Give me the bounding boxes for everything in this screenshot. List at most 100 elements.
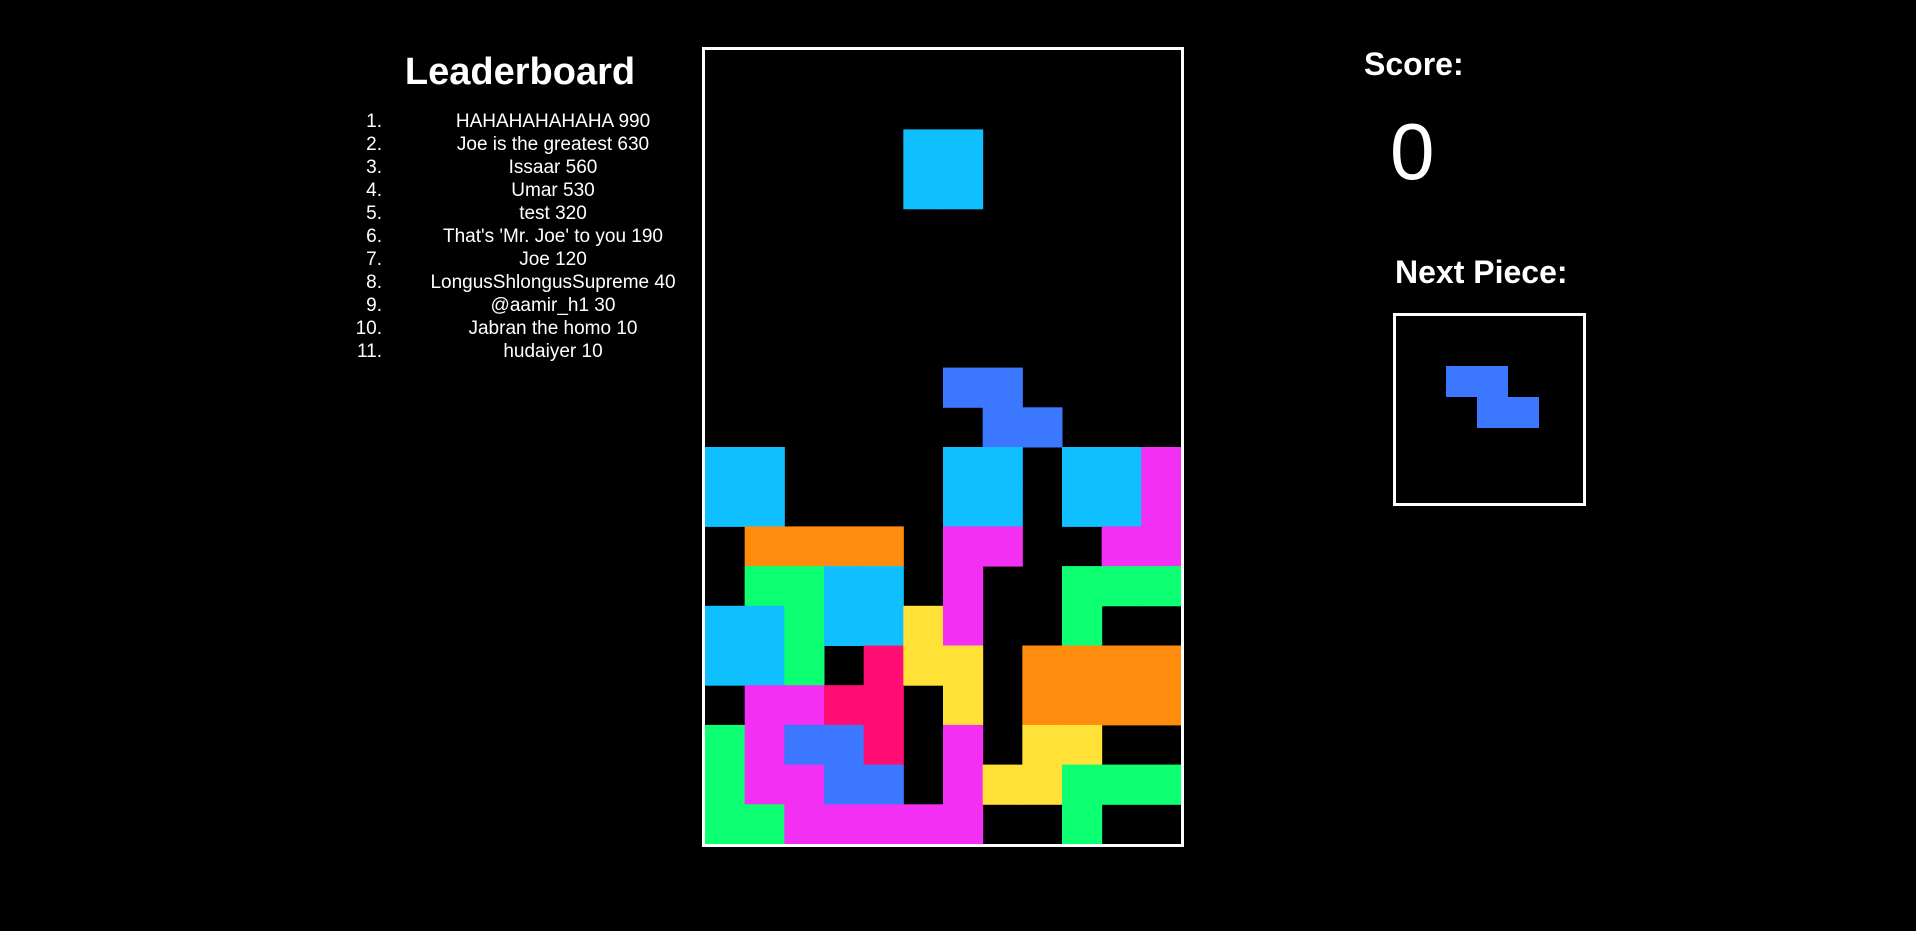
board-block [824, 764, 865, 805]
board-block [863, 526, 904, 567]
active-piece-block [903, 129, 944, 170]
board-block [744, 724, 785, 766]
board-block [824, 685, 865, 726]
leaderboard-entry-text: Umar 530 [511, 180, 595, 201]
board-block [943, 724, 984, 766]
board-block [1062, 645, 1103, 686]
board-block [705, 447, 746, 488]
leaderboard-rank: 11. [356, 341, 382, 362]
board-block [1062, 605, 1103, 646]
board-block [705, 724, 746, 766]
board-block [705, 804, 746, 844]
leaderboard-entry: 1. HAHAHAHAHAHA 990 [340, 110, 690, 133]
score-label: Score: [1364, 46, 1464, 82]
active-piece-block [903, 169, 944, 210]
board-block [784, 685, 825, 726]
leaderboard-entry-text: That's 'Mr. Joe' to you 190 [443, 226, 663, 247]
board-block [824, 724, 865, 766]
board-block [1022, 764, 1063, 805]
board-block [1101, 685, 1142, 726]
leaderboard-entry-text: Jabran the homo 10 [468, 318, 638, 339]
board-block [1022, 685, 1063, 726]
board-block [863, 804, 904, 844]
leaderboard-title: Leaderboard [404, 51, 636, 93]
board-block [744, 526, 785, 567]
board-block [784, 804, 825, 844]
leaderboard-entry-text: Joe is the greatest 630 [456, 134, 650, 155]
board-block [784, 724, 825, 766]
leaderboard-rank: 10. [355, 318, 382, 339]
board-block [784, 566, 825, 607]
leaderboard-entry-text: Issaar 560 [508, 157, 598, 178]
board-block [1062, 764, 1103, 805]
board-block [744, 566, 785, 607]
board-block [1101, 566, 1142, 607]
leaderboard-entry-text: hudaiyer 10 [503, 341, 603, 362]
board-block [903, 605, 944, 646]
next-piece-block [1508, 397, 1539, 428]
board-block [784, 645, 825, 686]
board-block [943, 526, 984, 567]
next-piece-block [1477, 397, 1508, 428]
board-block [943, 764, 984, 805]
board-block [1101, 764, 1142, 805]
board-block [1141, 764, 1181, 805]
board-block [824, 605, 865, 646]
board-block [943, 566, 984, 607]
board-block [744, 447, 785, 488]
board-block [903, 645, 944, 686]
board-block [824, 566, 865, 607]
active-piece-block [943, 129, 984, 170]
board-block [1141, 685, 1181, 726]
board-block [744, 605, 785, 646]
board-block [744, 645, 785, 686]
leaderboard-rank: 9. [366, 295, 382, 316]
board-block [705, 486, 746, 527]
leaderboard-rank: 7. [366, 249, 382, 270]
active-piece-block [943, 169, 984, 210]
leaderboard-rank: 8. [366, 272, 382, 293]
board-canvas[interactable] [705, 50, 1181, 844]
next-piece-canvas [1446, 366, 1539, 428]
board-block [943, 486, 984, 527]
board-block [982, 486, 1023, 527]
board-block [705, 764, 746, 805]
board-block [863, 764, 904, 805]
next-piece-block [1477, 366, 1508, 397]
board-block [744, 764, 785, 805]
leaderboard-rank: 5. [366, 203, 382, 224]
board-block [784, 605, 825, 646]
leaderboard-entry: 5. test 320 [340, 202, 690, 225]
board-block [1101, 486, 1142, 527]
board-block [943, 605, 984, 646]
leaderboard-list: 1. HAHAHAHAHAHA 990 2. Joe is the greatest… [340, 110, 690, 363]
board-block [943, 685, 984, 726]
board-block [1101, 526, 1142, 567]
board-block [1022, 407, 1063, 448]
leaderboard-entry-text: test 320 [519, 203, 587, 224]
leaderboard-rank: 3. [366, 157, 382, 178]
leaderboard-panel: Leaderboard 1. HAHAHAHAHAHA 990 2. Joe is … [340, 44, 690, 362]
board-block [943, 367, 984, 408]
leaderboard-entry-text: HAHAHAHAHAHA 990 [455, 111, 651, 132]
board-block [982, 526, 1023, 567]
board-block [943, 447, 984, 488]
board-block [1062, 685, 1103, 726]
leaderboard-entry: 10. Jabran the homo 10 [340, 317, 690, 340]
leaderboard-entry: 2. Joe is the greatest 630 [340, 133, 690, 156]
board-block [784, 764, 825, 805]
board-block [744, 685, 785, 726]
board-block [863, 566, 904, 607]
leaderboard-entry: 6. That's 'Mr. Joe' to you 190 [340, 225, 690, 248]
board-block [903, 804, 944, 844]
board-block [863, 605, 904, 646]
board-block [943, 804, 984, 844]
board-block [1141, 447, 1181, 488]
board-block [863, 724, 904, 766]
board-block [943, 645, 984, 686]
board-block [1022, 645, 1063, 686]
leaderboard-entry: 8. LongusShlongusSupreme 40 [340, 271, 690, 294]
game-board[interactable] [702, 47, 1184, 847]
board-block [744, 486, 785, 527]
board-block [1062, 566, 1103, 607]
